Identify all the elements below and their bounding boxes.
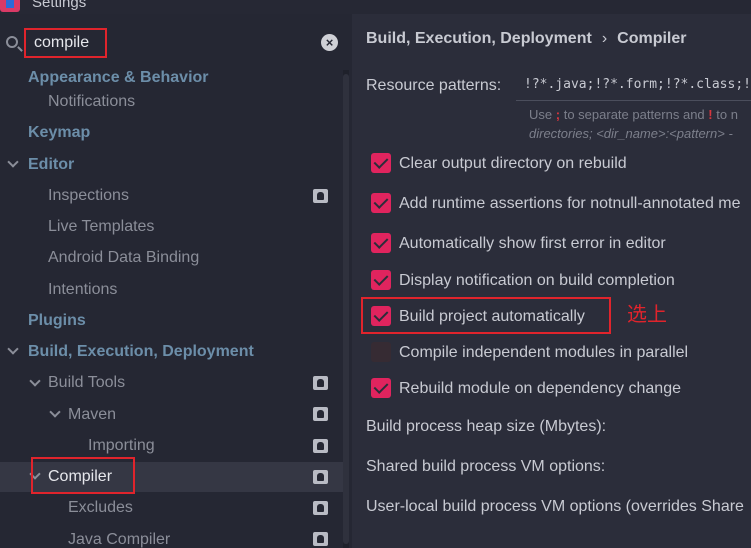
title-bar: Settings bbox=[0, 0, 751, 14]
breadcrumb-section[interactable]: Build, Execution, Deployment bbox=[366, 30, 592, 47]
show-first-error-label[interactable]: Automatically show first error in editor bbox=[399, 235, 666, 253]
search-icon bbox=[6, 36, 18, 48]
clear-output-label[interactable]: Clear output directory on rebuild bbox=[399, 155, 627, 173]
tree-item-intentions[interactable]: Intentions bbox=[48, 278, 117, 302]
annotation-text: 选上 bbox=[627, 302, 667, 326]
parallel-compile-checkbox[interactable] bbox=[371, 342, 391, 362]
show-first-error-checkbox[interactable] bbox=[371, 233, 391, 253]
rebuild-on-dependency-checkbox[interactable] bbox=[371, 378, 391, 398]
tree-item-editor[interactable]: Editor bbox=[28, 153, 74, 177]
window-title: Settings bbox=[32, 0, 87, 11]
compiler-highlight-box bbox=[31, 457, 135, 494]
tree-scrollbar[interactable] bbox=[343, 70, 349, 548]
project-scope-icon bbox=[313, 532, 328, 546]
resource-patterns-hint: Use ; to separate patterns and ! to n bbox=[529, 107, 738, 122]
tree-item-importing[interactable]: Importing bbox=[88, 434, 155, 458]
app-logo-icon bbox=[0, 0, 20, 12]
tree-scrollbar-thumb[interactable] bbox=[343, 74, 349, 544]
project-scope-icon bbox=[313, 501, 328, 515]
tree-item-inspections[interactable]: Inspections bbox=[48, 184, 129, 208]
runtime-assertions-label[interactable]: Add runtime assertions for notnull-annot… bbox=[399, 195, 741, 213]
clear-output-checkbox[interactable] bbox=[371, 153, 391, 173]
user-local-vm-options-label: User-local build process VM options (ove… bbox=[366, 498, 744, 515]
resource-patterns-hint-line2: directories; <dir_name>:<pattern> - bbox=[529, 126, 733, 141]
rebuild-on-dependency-label[interactable]: Rebuild module on dependency change bbox=[399, 380, 681, 398]
build-notification-label[interactable]: Display notification on build completion bbox=[399, 272, 675, 290]
project-scope-icon bbox=[313, 376, 328, 390]
resource-patterns-label: Resource patterns: bbox=[366, 77, 502, 94]
resource-patterns-input[interactable]: !?*.java;!?*.form;!?*.class;! bbox=[516, 71, 751, 101]
tree-item-keymap[interactable]: Keymap bbox=[28, 121, 90, 145]
project-scope-icon bbox=[313, 470, 328, 484]
tree-item-plugins[interactable]: Plugins bbox=[28, 309, 86, 333]
tree-item-android-data-binding[interactable]: Android Data Binding bbox=[48, 246, 199, 270]
tree-item-excludes[interactable]: Excludes bbox=[68, 496, 133, 520]
project-scope-icon bbox=[313, 189, 328, 203]
parallel-compile-label[interactable]: Compile independent modules in parallel bbox=[399, 344, 688, 362]
tree-item-build-tools[interactable]: Build Tools bbox=[48, 371, 125, 395]
project-scope-icon bbox=[313, 407, 328, 421]
settings-search-input[interactable] bbox=[24, 28, 107, 58]
tree-item-appearance[interactable]: Appearance & Behavior bbox=[28, 66, 209, 90]
breadcrumb-page: Compiler bbox=[617, 30, 687, 47]
build-notification-checkbox[interactable] bbox=[371, 270, 391, 290]
shared-vm-options-label: Shared build process VM options: bbox=[366, 458, 606, 475]
build-automatically-highlight-box bbox=[361, 297, 611, 334]
project-scope-icon bbox=[313, 439, 328, 453]
breadcrumb-separator: › bbox=[601, 30, 608, 47]
tree-item-build-execution-deployment[interactable]: Build, Execution, Deployment bbox=[28, 340, 254, 364]
breadcrumb: Build, Execution, Deployment › Compiler bbox=[366, 30, 686, 48]
tree-item-notifications[interactable]: Notifications bbox=[48, 90, 135, 114]
tree-item-live-templates[interactable]: Live Templates bbox=[48, 215, 154, 239]
tree-item-java-compiler[interactable]: Java Compiler bbox=[68, 528, 170, 548]
heap-size-label: Build process heap size (Mbytes): bbox=[366, 418, 607, 435]
tree-item-maven[interactable]: Maven bbox=[68, 403, 116, 427]
clear-search-icon[interactable]: × bbox=[321, 34, 338, 51]
runtime-assertions-checkbox[interactable] bbox=[371, 193, 391, 213]
